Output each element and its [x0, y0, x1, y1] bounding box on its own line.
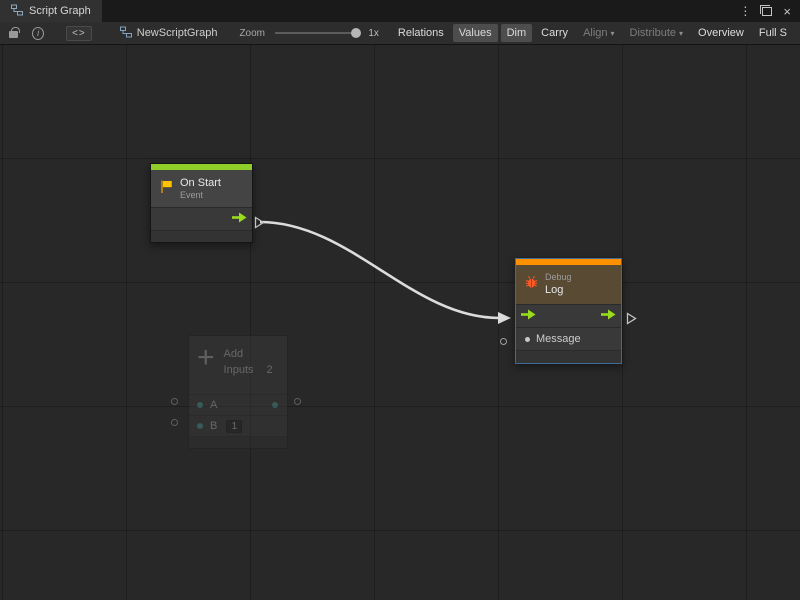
- info-icon[interactable]: i: [32, 27, 44, 40]
- titlebar: Script Graph ⋮ ×: [0, 0, 800, 22]
- chevron-down-icon: ▾: [611, 29, 615, 38]
- edit-script-icon[interactable]: <>: [66, 26, 92, 41]
- on-start-output-port[interactable]: [254, 216, 265, 234]
- window-controls: ⋮ ×: [730, 0, 800, 22]
- add-inputs-title-line1: Add: [224, 347, 273, 363]
- ghost-port-output[interactable]: [294, 398, 301, 405]
- toolbar-button-values[interactable]: Values: [453, 24, 498, 42]
- add-inputs-title-line2: Inputs: [224, 363, 254, 379]
- chevron-down-icon: ▾: [679, 29, 683, 38]
- script-graph-window: Script Graph ⋮ × i <> NewScriptGraph Zoo…: [0, 0, 800, 600]
- port-b-label: B: [210, 420, 217, 432]
- node-title: Log: [545, 283, 572, 297]
- connection-wire: [0, 45, 800, 600]
- graph-name-label: NewScriptGraph: [137, 27, 218, 39]
- value-port-dot-out[interactable]: [272, 402, 278, 408]
- script-graph-icon: [11, 4, 23, 19]
- debug-message-input-port[interactable]: [500, 338, 507, 345]
- graph-canvas[interactable]: On Start Event: [0, 45, 800, 600]
- align-label: Align: [583, 27, 607, 39]
- flow-arrow-out-icon[interactable]: [601, 307, 616, 325]
- node-debug-log[interactable]: Debug Log: [515, 258, 622, 364]
- toolbar-button-carry[interactable]: Carry: [535, 24, 574, 42]
- toolbar-button-overview[interactable]: Overview: [692, 24, 750, 42]
- port-b-value-field[interactable]: 1: [226, 420, 242, 433]
- graph-name-group[interactable]: NewScriptGraph: [120, 26, 218, 41]
- on-start-output-row[interactable]: [151, 207, 252, 230]
- toolbar-button-align[interactable]: Align ▾: [577, 24, 620, 42]
- tab-title: Script Graph: [29, 5, 91, 17]
- node-category: Debug: [545, 272, 572, 283]
- on-start-footer: [151, 230, 252, 242]
- ghost-port-b-input[interactable]: [171, 419, 178, 426]
- plus-icon: +: [197, 345, 215, 371]
- add-inputs-row-b[interactable]: B 1: [189, 415, 287, 436]
- value-port-dot[interactable]: [197, 423, 203, 429]
- node-subtitle: Event: [180, 190, 221, 201]
- zoom-label: Zoom: [239, 28, 265, 39]
- flow-arrow-in-icon[interactable]: [521, 307, 536, 325]
- tab-script-graph[interactable]: Script Graph: [0, 0, 102, 22]
- debug-footer: [516, 350, 621, 363]
- add-inputs-header: + Add Inputs 2: [189, 336, 287, 394]
- value-port-dot[interactable]: [197, 402, 203, 408]
- add-inputs-count: 2: [267, 363, 273, 379]
- node-add-inputs-ghost[interactable]: + Add Inputs 2 A B 1: [188, 335, 288, 449]
- debug-output-port[interactable]: [626, 312, 637, 330]
- on-start-header[interactable]: On Start Event: [151, 170, 252, 207]
- close-icon[interactable]: ×: [783, 4, 791, 19]
- add-inputs-row-a[interactable]: A: [189, 394, 287, 415]
- flag-icon: [159, 179, 174, 199]
- zoom-value: 1x: [368, 28, 379, 39]
- zoom-slider[interactable]: [275, 32, 360, 34]
- window-menu-icon[interactable]: ⋮: [739, 4, 751, 18]
- debug-header[interactable]: Debug Log: [516, 265, 621, 304]
- lock-icon[interactable]: [9, 31, 18, 38]
- node-title: On Start: [180, 176, 221, 190]
- add-inputs-footer: [189, 436, 287, 448]
- bug-icon: [524, 275, 539, 295]
- node-on-start[interactable]: On Start Event: [150, 163, 253, 243]
- toolbar-button-dim[interactable]: Dim: [501, 24, 533, 42]
- flow-arrow-icon[interactable]: [232, 210, 247, 228]
- toolbar-button-distribute[interactable]: Distribute▾: [624, 24, 689, 42]
- debug-flow-row[interactable]: [516, 304, 621, 327]
- ghost-port-a-input[interactable]: [171, 398, 178, 405]
- graph-file-icon: [120, 26, 132, 41]
- port-a-label: A: [210, 399, 217, 411]
- message-port-label: Message: [536, 333, 581, 345]
- maximize-icon[interactable]: [762, 7, 772, 16]
- toolbar-button-relations[interactable]: Relations: [392, 24, 450, 42]
- debug-message-row[interactable]: Message: [516, 327, 621, 350]
- toolbar-button-fullscreen[interactable]: Full S: [753, 24, 793, 42]
- zoom-slider-handle[interactable]: [351, 28, 361, 38]
- message-port-dot[interactable]: [525, 337, 530, 342]
- distribute-label: Distribute: [630, 27, 676, 39]
- graph-toolbar: i <> NewScriptGraph Zoom 1x Relations Va…: [0, 22, 800, 45]
